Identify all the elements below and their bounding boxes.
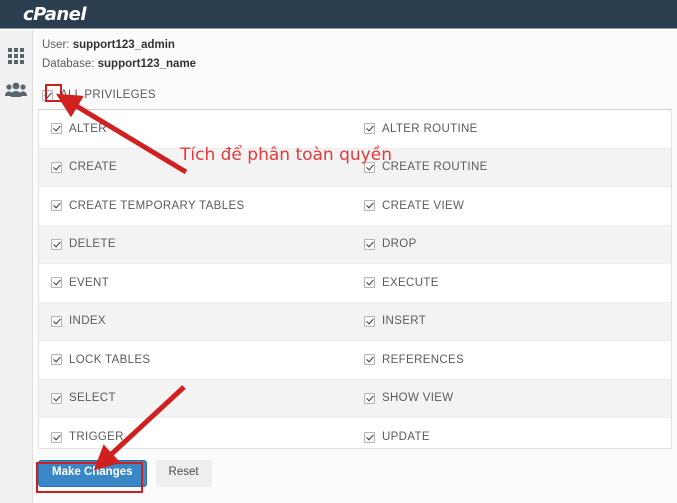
privilege-row: ALTER ALTER ROUTINE xyxy=(39,110,671,149)
privilege-cell[interactable]: ALTER xyxy=(39,123,355,135)
privilege-cell[interactable]: DELETE xyxy=(39,238,355,250)
privilege-row: INDEX INSERT xyxy=(39,302,671,341)
privilege-checkbox[interactable] xyxy=(51,161,62,173)
privilege-label: CREATE ROUTINE xyxy=(382,161,488,174)
privilege-checkbox[interactable] xyxy=(51,315,62,327)
privilege-cell[interactable]: UPDATE xyxy=(355,431,671,443)
privilege-label: INDEX xyxy=(69,315,106,328)
app-header: cPanel xyxy=(0,0,677,29)
privilege-label: REFERENCES xyxy=(382,353,465,366)
privilege-label: SELECT xyxy=(69,392,116,405)
database-label: Database: xyxy=(42,58,95,70)
privilege-label: TRIGGER xyxy=(69,431,124,444)
privilege-row: CREATE TEMPORARY TABLES CREATE VIEW xyxy=(39,187,671,226)
privilege-label: ALTER ROUTINE xyxy=(382,122,478,135)
privilege-cell[interactable]: DROP xyxy=(355,238,671,250)
all-privileges-checkbox[interactable] xyxy=(42,89,53,101)
privilege-row: SELECT SHOW VIEW xyxy=(39,379,671,418)
user-value: support123_admin xyxy=(72,39,175,51)
privilege-checkbox[interactable] xyxy=(51,200,62,212)
database-value: support123_name xyxy=(97,58,197,70)
privilege-checkbox[interactable] xyxy=(364,200,375,212)
privilege-cell[interactable]: INSERT xyxy=(355,315,671,327)
privilege-label: UPDATE xyxy=(382,431,430,444)
privilege-label: SHOW VIEW xyxy=(382,392,454,405)
users-icon xyxy=(5,82,27,97)
privilege-cell[interactable]: CREATE VIEW xyxy=(355,200,671,212)
user-label: User: xyxy=(42,39,70,51)
privilege-label: CREATE TEMPORARY TABLES xyxy=(69,199,245,212)
reset-button[interactable]: Reset xyxy=(155,460,212,487)
privilege-checkbox[interactable] xyxy=(51,123,62,135)
privilege-cell[interactable]: CREATE TEMPORARY TABLES xyxy=(39,200,355,212)
cpanel-logo: cPanel xyxy=(23,4,87,25)
privilege-cell[interactable]: CREATE xyxy=(39,161,355,173)
privilege-checkbox[interactable] xyxy=(364,354,375,366)
privilege-label: EVENT xyxy=(69,276,110,289)
database-row: Database: support123_name xyxy=(42,55,196,74)
privilege-cell[interactable]: CREATE ROUTINE xyxy=(355,161,671,173)
privilege-checkbox[interactable] xyxy=(51,431,62,443)
privilege-row: EVENT EXECUTE xyxy=(39,264,671,303)
privilege-checkbox[interactable] xyxy=(51,238,62,250)
privilege-label: CREATE xyxy=(69,161,117,174)
privilege-checkbox[interactable] xyxy=(364,238,375,250)
grid-icon xyxy=(8,48,24,64)
privilege-cell[interactable]: EXECUTE xyxy=(355,277,671,289)
privilege-label: INSERT xyxy=(382,315,427,328)
privilege-checkbox[interactable] xyxy=(364,392,375,404)
sidebar-item-apps[interactable] xyxy=(0,38,32,74)
privilege-checkbox[interactable] xyxy=(364,431,375,443)
privilege-checkbox[interactable] xyxy=(51,277,62,289)
privilege-label: ALTER xyxy=(69,122,107,135)
privilege-cell[interactable]: ALTER ROUTINE xyxy=(355,123,671,135)
privilege-cell[interactable]: REFERENCES xyxy=(355,354,671,366)
privilege-label: DELETE xyxy=(69,238,116,251)
privilege-label: DROP xyxy=(382,238,417,251)
privilege-checkbox[interactable] xyxy=(364,315,375,327)
privilege-row: CREATE CREATE ROUTINE xyxy=(39,148,671,187)
make-changes-button[interactable]: Make Changes xyxy=(38,460,147,487)
all-privileges-row[interactable]: ALL PRIVILEGES xyxy=(42,85,156,105)
privilege-label: CREATE VIEW xyxy=(382,199,465,212)
privilege-row: LOCK TABLES REFERENCES xyxy=(39,341,671,380)
database-meta: User: support123_admin Database: support… xyxy=(42,36,196,74)
privilege-checkbox[interactable] xyxy=(51,392,62,404)
privilege-cell[interactable]: INDEX xyxy=(39,315,355,327)
privilege-cell[interactable]: LOCK TABLES xyxy=(39,354,355,366)
action-bar: Make Changes Reset xyxy=(38,460,212,487)
sidebar-rail xyxy=(0,30,33,503)
privilege-cell[interactable]: EVENT xyxy=(39,277,355,289)
privilege-checkbox[interactable] xyxy=(364,161,375,173)
sidebar-item-users[interactable] xyxy=(0,72,32,108)
all-privileges-label: ALL PRIVILEGES xyxy=(60,89,156,101)
privilege-checkbox[interactable] xyxy=(364,123,375,135)
privilege-row: TRIGGER UPDATE xyxy=(39,418,671,457)
privilege-cell[interactable]: SELECT xyxy=(39,392,355,404)
user-row: User: support123_admin xyxy=(42,36,196,55)
privilege-checkbox[interactable] xyxy=(364,277,375,289)
privilege-label: EXECUTE xyxy=(382,276,439,289)
privilege-row: DELETE DROP xyxy=(39,225,671,264)
privilege-label: LOCK TABLES xyxy=(69,353,151,366)
privileges-panel: ALTER ALTER ROUTINE CREATE CREATE ROUTINE CR… xyxy=(38,109,672,449)
main-content: User: support123_admin Database: support… xyxy=(33,30,677,503)
privilege-cell[interactable]: TRIGGER xyxy=(39,431,355,443)
privilege-cell[interactable]: SHOW VIEW xyxy=(355,392,671,404)
privilege-checkbox[interactable] xyxy=(51,354,62,366)
